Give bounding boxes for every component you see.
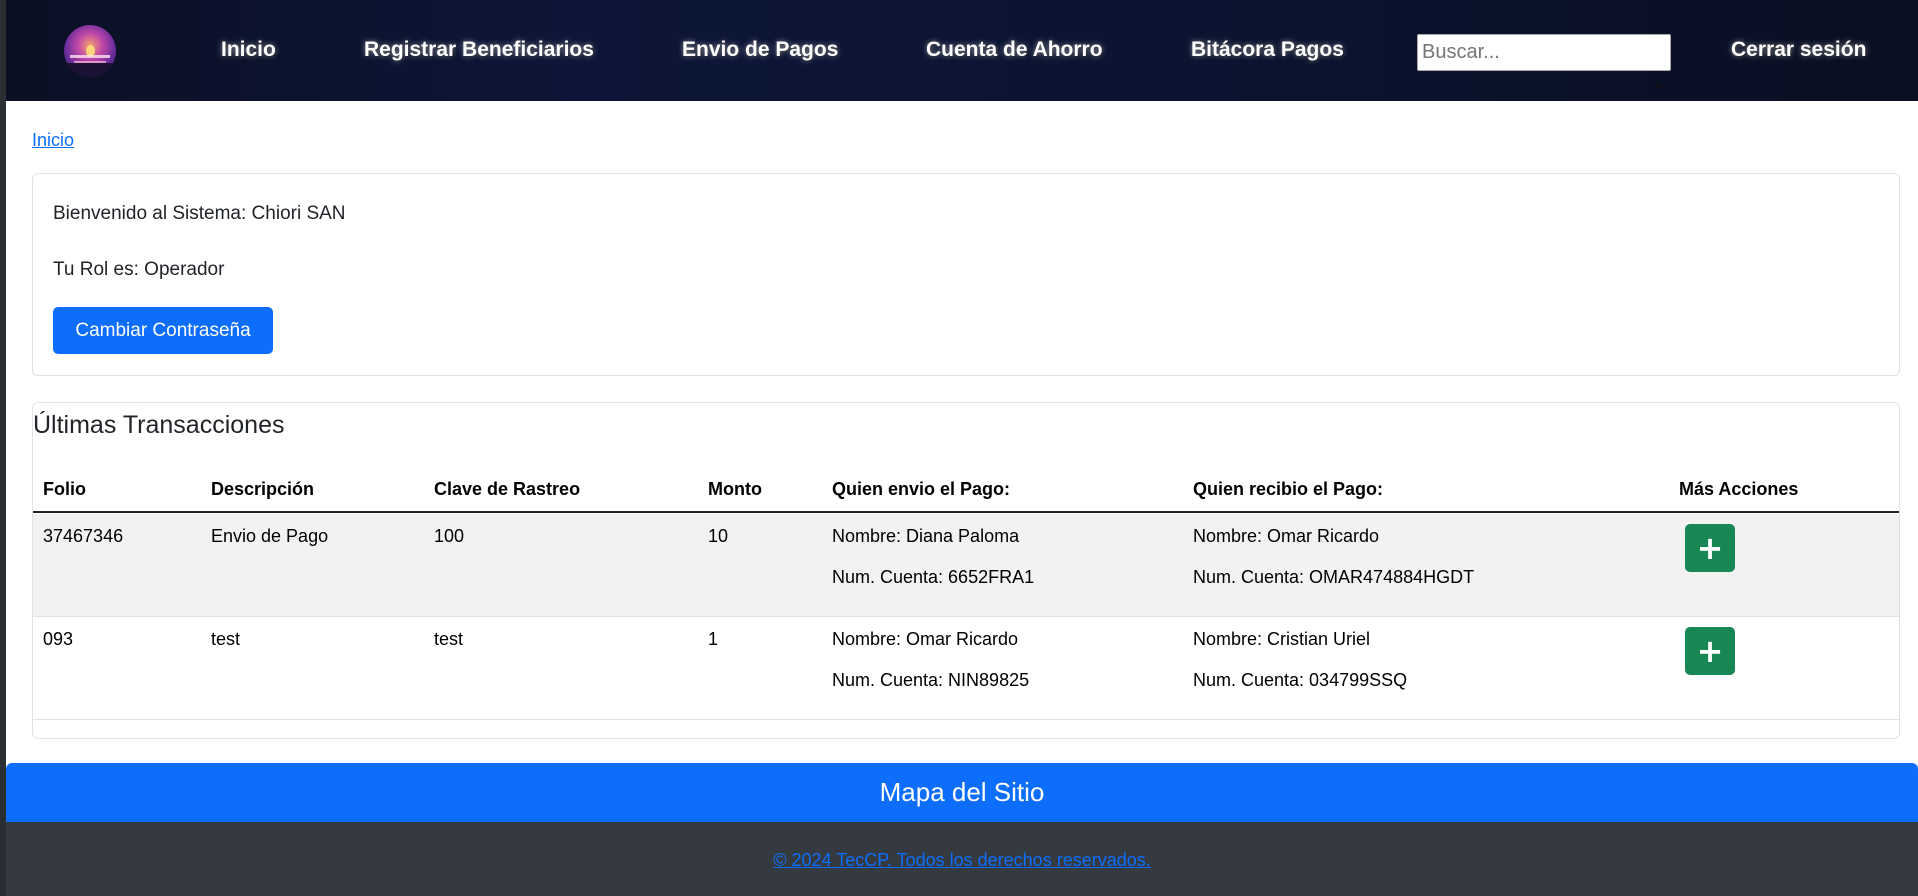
welcome-card: Bienvenido al Sistema: Chiori SAN Tu Rol… [32,173,1900,376]
column-header-sender: Quien envio el Pago: [832,479,1011,499]
column-header-descripcion: Descripción [211,479,315,499]
change-password-button[interactable]: Cambiar Contraseña [53,307,273,354]
more-actions-button[interactable]: + [1685,627,1735,675]
logout-link[interactable]: Cerrar sesión [1731,38,1866,62]
plus-icon: + [1696,529,1724,567]
cell-receiver-name: Nombre: Cristian Uriel [1193,629,1371,649]
column-header-clave-rastreo: Clave de Rastreo [434,479,581,499]
caret-down-icon [1654,84,1664,89]
cell-receiver-name: Nombre: Omar Ricardo [1193,526,1380,546]
cell-sender-name: Nombre: Diana Paloma [832,526,1020,546]
cell-folio: 37467346 [43,526,124,546]
cell-receiver-account: Num. Cuenta: OMAR474884HGDT [1193,567,1475,587]
nav-inicio[interactable]: Inicio [221,38,276,62]
nav-registrar-beneficiarios[interactable]: Registrar Beneficiarios [364,38,594,62]
cell-monto: 1 [708,629,719,649]
search-input[interactable] [1417,34,1671,71]
logo[interactable] [64,25,116,77]
breadcrumb-inicio[interactable]: Inicio [32,130,74,151]
cell-sender-account: Num. Cuenta: 6652FRA1 [832,567,1035,587]
plus-icon: + [1696,632,1724,670]
sitemap-label: Mapa del Sitio [879,777,1045,807]
table-header: Folio Descripción Clave de Rastreo Monto… [33,477,1899,513]
navbar: Inicio Registrar Beneficiarios Envio de … [6,0,1918,101]
cell-clave: 100 [434,526,465,546]
transactions-title: Últimas Transacciones [33,411,285,439]
column-header-receiver: Quien recibio el Pago: [1193,479,1384,499]
cell-receiver-account: Num. Cuenta: 034799SSQ [1193,670,1408,690]
cell-monto: 10 [708,526,729,546]
cell-sender-name: Nombre: Omar Ricardo [832,629,1019,649]
cell-descripcion: Envio de Pago [211,526,329,546]
column-header-folio: Folio [43,479,86,499]
column-header-acciones: Más Acciones [1679,479,1799,499]
logo-landscape [64,63,116,77]
page: Inicio Registrar Beneficiarios Envio de … [6,0,1918,896]
sitemap-bar[interactable]: Mapa del Sitio [6,763,1918,822]
cell-folio: 093 [43,629,74,649]
logo-reflection [70,55,110,58]
transactions-card: Últimas Transacciones Folio Descripción … [32,402,1900,739]
table-row: 37467346 Envio de Pago 100 10 Nombre: Di… [33,514,1899,617]
nav-envio-de-pagos[interactable]: Envio de Pagos [682,38,838,62]
table-row: 093 test test 1 Nombre: Omar Ricardo Num… [33,617,1899,720]
nav-cuenta-de-ahorro[interactable]: Cuenta de Ahorro [926,38,1103,62]
more-actions-button[interactable]: + [1685,524,1735,572]
column-header-monto: Monto [708,479,762,499]
user-role: Tu Rol es: Operador [53,259,225,280]
nav-bitacora-pagos[interactable]: Bitácora Pagos [1191,38,1344,62]
cell-clave: test [434,629,464,649]
footer: © 2024 TecCP. Todos los derechos reserva… [6,822,1918,896]
cell-descripcion: test [211,629,241,649]
cell-sender-account: Num. Cuenta: NIN89825 [832,670,1030,690]
welcome-greeting: Bienvenido al Sistema: Chiori SAN [53,203,346,224]
copyright-link[interactable]: © 2024 TecCP. Todos los derechos reserva… [6,850,1918,871]
